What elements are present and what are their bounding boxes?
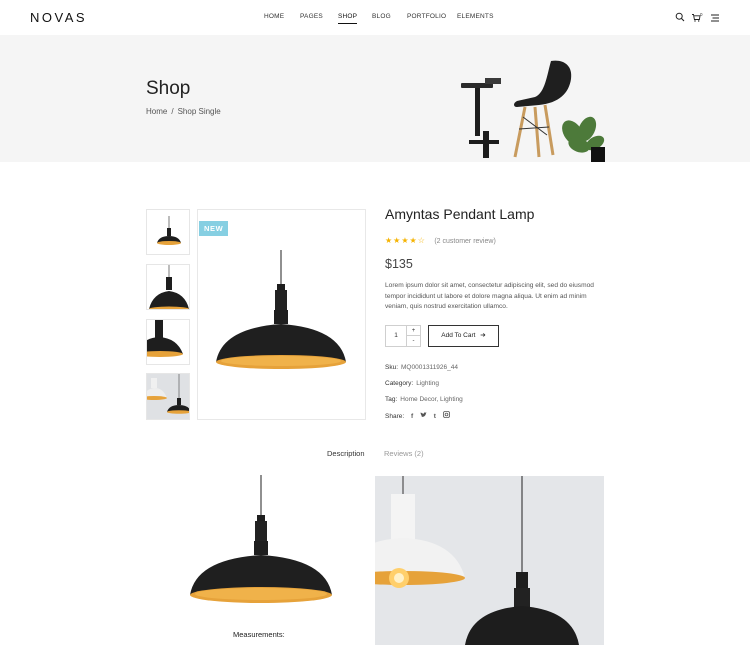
breadcrumb-separator: / [171,107,174,116]
page-banner: Shop Home / Shop Single [0,35,750,162]
measurements-label: Measurements: [233,630,285,639]
lamp-description-image [190,475,332,603]
lamp-photo [375,476,604,645]
page-title: Shop [146,78,191,99]
share-row: Share: f t [385,411,450,420]
review-count-link[interactable]: (2 customer review) [434,238,495,245]
menu-icon[interactable] [710,13,720,23]
nav-home[interactable]: HOME [264,13,284,20]
tag-label: Tag: [385,396,398,403]
site-header: NOVAS HOME PAGES SHOP BLOG PORTFOLIO ELE… [0,0,750,35]
nav-elements[interactable]: ELEMENTS [457,13,494,20]
quantity-stepper[interactable]: 1 + - [385,325,421,347]
thumbnail-3[interactable] [146,319,190,365]
tumblr-icon[interactable]: t [434,413,436,420]
product-price: $135 [385,257,413,271]
star-icon: ★ [409,236,417,245]
lamp-image [216,250,346,369]
nav-pages[interactable]: PAGES [300,13,323,20]
twitter-icon[interactable] [420,412,427,420]
sku-label: Sku: [385,364,399,371]
thumbnail-2[interactable] [146,264,190,310]
star-empty-icon: ☆ [417,236,425,245]
lamp-thumb-image [149,265,189,309]
breadcrumb-current: Shop Single [177,107,221,116]
lamp-thumb-image [157,216,181,245]
new-badge: NEW [199,221,229,236]
product-title: Amyntas Pendant Lamp [385,206,535,222]
nav-portfolio[interactable]: PORTFOLIO [407,13,446,20]
thumbnail-1[interactable] [146,209,190,255]
breadcrumb: Home / Shop Single [146,107,221,116]
star-icon: ★ [393,236,401,245]
quantity-value[interactable]: 1 [386,326,406,346]
banner-furniture-image [461,60,605,162]
category-label: Category: [385,380,414,387]
cart-count: 0 [700,12,703,17]
arrow-right-icon: ➔ [480,332,486,339]
nav-blog[interactable]: BLOG [372,13,391,20]
star-icon: ★ [385,236,393,245]
sku-value: MQ0001311926_44 [401,364,458,371]
tab-description[interactable]: Description [327,449,365,458]
lamp-photo-thumb [147,374,189,419]
star-icon: ★ [401,236,409,245]
product-description: Lorem ipsum dolor sit amet, consectetur … [385,282,594,310]
lamp-thumb-image [147,320,183,357]
lamp-photo-image [375,476,604,645]
nav-shop[interactable]: SHOP [338,13,358,24]
instagram-icon[interactable] [442,411,450,420]
product-rating: ★★★★☆ (2 customer review) [385,230,496,245]
quantity-decrease-button[interactable]: - [406,336,420,346]
search-icon[interactable] [675,12,685,22]
share-label: Share: [385,413,405,420]
main-product-image[interactable]: NEW [197,209,366,420]
sku-row: Sku: MQ0001311926_44 [385,364,458,371]
add-to-cart-button[interactable]: Add To Cart ➔ [428,325,499,347]
breadcrumb-home[interactable]: Home [146,107,167,116]
thumbnail-4[interactable] [146,373,190,420]
facebook-icon[interactable]: f [411,413,413,420]
tag-row: Tag: Home Decor, Lighting [385,396,463,403]
quantity-increase-button[interactable]: + [406,326,420,336]
main-nav: HOME PAGES SHOP BLOG PORTFOLIO ELEMENTS [0,13,750,25]
add-to-cart-label: Add To Cart [441,332,476,339]
tab-reviews[interactable]: Reviews (2) [384,449,424,458]
category-row: Category: Lighting [385,380,439,387]
tag-links[interactable]: Home Decor, Lighting [400,396,463,403]
category-link[interactable]: Lighting [416,380,439,387]
